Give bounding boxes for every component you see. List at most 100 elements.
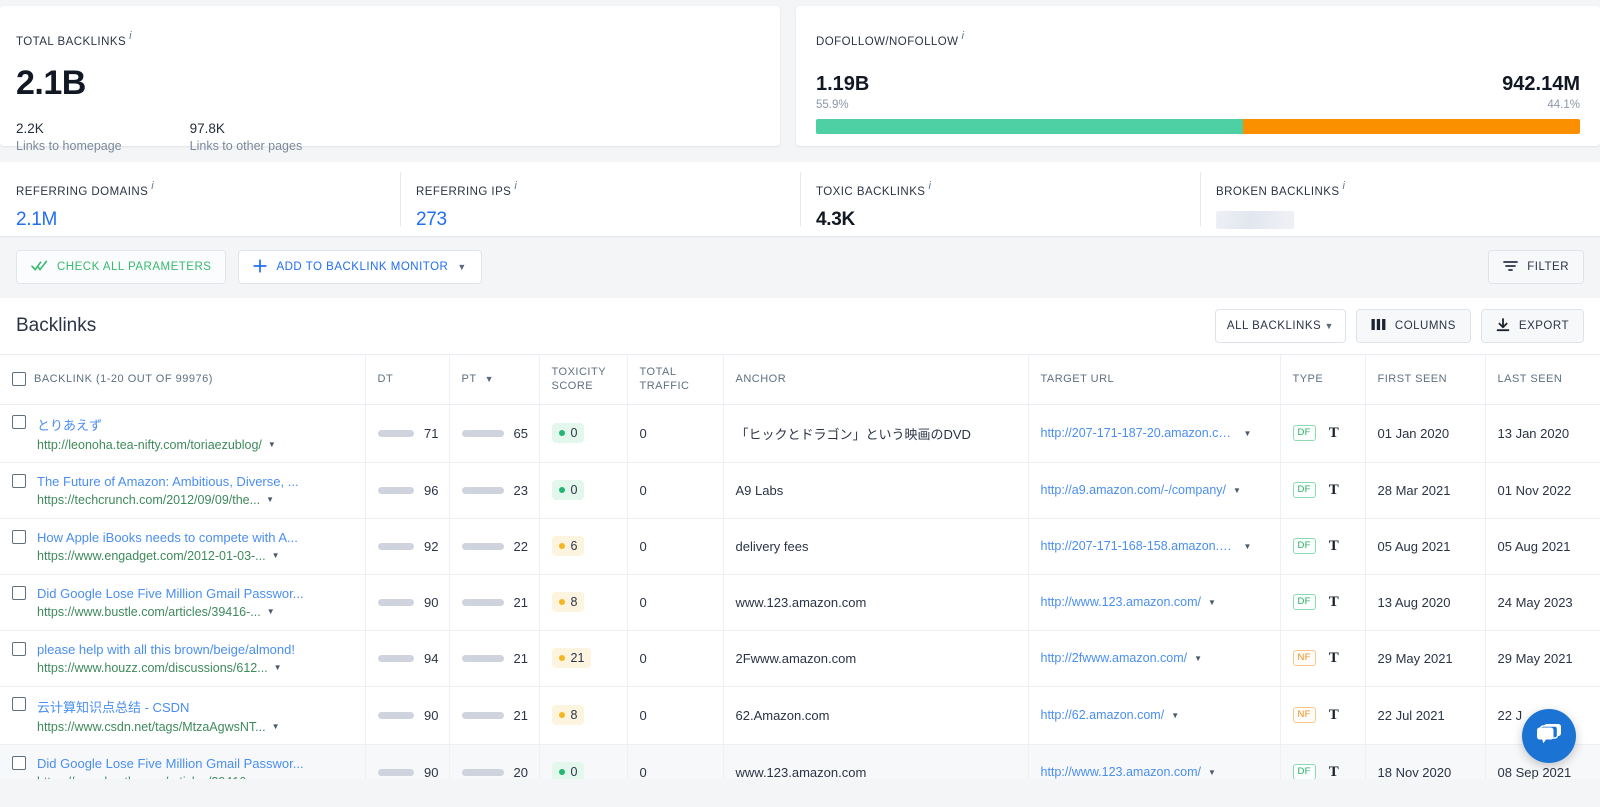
select-all-checkbox[interactable] bbox=[12, 372, 26, 387]
backlink-source-url-text[interactable]: https://www.bustle.com/articles/39416-..… bbox=[37, 775, 261, 779]
cell-first-seen: 18 Nov 2020 bbox=[1364, 744, 1485, 779]
caret-down-icon[interactable]: ▼ bbox=[272, 551, 280, 560]
target-url-link[interactable]: http://207-171-168-158.amazon.com/... bbox=[1041, 539, 1237, 553]
referring-ips-value[interactable]: 273 bbox=[416, 209, 800, 231]
filter-icon bbox=[1503, 260, 1519, 275]
table-row[interactable]: Did Google Lose Five Million Gmail Passw… bbox=[0, 744, 1600, 779]
row-checkbox[interactable] bbox=[12, 696, 26, 711]
backlink-source-url-text[interactable]: https://www.houzz.com/discussions/612... bbox=[37, 661, 268, 675]
caret-down-icon[interactable]: ▼ bbox=[1233, 486, 1241, 495]
check-all-parameters-button[interactable]: CHECK ALL PARAMETERS bbox=[16, 250, 227, 284]
caret-down-icon[interactable]: ▼ bbox=[1208, 768, 1216, 777]
backlink-title-link[interactable]: Did Google Lose Five Million Gmail Passw… bbox=[37, 756, 304, 771]
info-icon[interactable]: i bbox=[928, 180, 930, 192]
table-row[interactable]: Did Google Lose Five Million Gmail Passw… bbox=[0, 574, 1600, 631]
caret-down-icon[interactable]: ▼ bbox=[267, 777, 275, 779]
cell-total-traffic: 0 bbox=[626, 574, 723, 631]
toolbar-left-actions: CHECK ALL PARAMETERS ADD TO BACKLINK MON… bbox=[16, 250, 482, 284]
target-url-link[interactable]: http://2fwww.amazon.com/ bbox=[1041, 651, 1188, 665]
caret-down-icon[interactable]: ▼ bbox=[272, 722, 280, 731]
th-type[interactable]: TYPE bbox=[1279, 354, 1365, 405]
table-row[interactable]: How Apple iBooks needs to compete with A… bbox=[0, 518, 1600, 575]
backlink-source-url-text[interactable]: https://www.csdn.net/tags/MtzaAgwsNT... bbox=[37, 720, 266, 734]
row-checkbox[interactable] bbox=[12, 755, 26, 770]
all-backlinks-label: ALL BACKLINKS bbox=[1226, 320, 1322, 332]
table-row[interactable]: please help with all this brown/beige/al… bbox=[0, 630, 1600, 687]
referring-domains-value[interactable]: 2.1M bbox=[16, 209, 400, 231]
th-dt[interactable]: DT bbox=[364, 354, 449, 405]
backlink-title-link[interactable]: please help with all this brown/beige/al… bbox=[37, 642, 295, 657]
backlink-source-url-text[interactable]: https://techcrunch.com/2012/09/09/the... bbox=[37, 493, 260, 507]
table-row[interactable]: The Future of Amazon: Ambitious, Diverse… bbox=[0, 462, 1600, 519]
add-to-backlink-monitor-button[interactable]: ADD TO BACKLINK MONITOR ▼ bbox=[238, 250, 482, 284]
last-seen-date: 01 Nov 2022 bbox=[1497, 482, 1572, 498]
backlink-title-link[interactable]: 云计算知识点总结 - CSDN bbox=[37, 697, 279, 716]
table-row[interactable]: とりあえず http://leonoha.tea-nifty.com/toriae… bbox=[0, 404, 1600, 463]
info-icon[interactable]: i bbox=[129, 30, 131, 42]
chat-widget-button[interactable] bbox=[1522, 709, 1576, 763]
target-url-link[interactable]: http://207-171-187-20.amazon.com/g... bbox=[1041, 426, 1237, 440]
row-checkbox[interactable] bbox=[12, 641, 26, 656]
info-icon[interactable]: i bbox=[1343, 180, 1345, 192]
target-url-link[interactable]: http://www.123.amazon.com/ bbox=[1041, 765, 1202, 779]
caret-down-icon[interactable]: ▼ bbox=[274, 663, 282, 672]
columns-button[interactable]: COLUMNS bbox=[1355, 309, 1471, 343]
info-icon[interactable]: i bbox=[151, 180, 153, 192]
caret-down-icon[interactable]: ▼ bbox=[267, 607, 275, 616]
first-seen-date: 01 Jan 2020 bbox=[1377, 425, 1450, 441]
target-url-link[interactable]: http://www.123.amazon.com/ bbox=[1041, 595, 1202, 609]
toxicity-value: 21 bbox=[570, 651, 585, 666]
backlink-title-link[interactable]: Did Google Lose Five Million Gmail Passw… bbox=[37, 586, 304, 601]
th-target-url[interactable]: TARGET URL bbox=[1027, 354, 1280, 405]
filter-button[interactable]: FILTER bbox=[1488, 250, 1584, 284]
th-toxicity-score[interactable]: TOXICITY SCORE bbox=[538, 354, 627, 405]
dofollow-nofollow-label: DOFOLLOW/NOFOLLOW bbox=[816, 36, 959, 49]
caret-down-icon[interactable]: ▼ bbox=[1171, 711, 1179, 720]
backlinks-table-scroll[interactable]: BACKLINK (1-20 OUT OF 99976) DT PT ▼ TOX… bbox=[0, 354, 1600, 779]
text-link-icon: T bbox=[1328, 537, 1339, 554]
cell-dt: 90 bbox=[364, 686, 449, 745]
target-url-link[interactable]: http://62.amazon.com/ bbox=[1041, 708, 1165, 722]
th-pt[interactable]: PT ▼ bbox=[448, 354, 539, 405]
backlink-source-url-text[interactable]: http://leonoha.tea-nifty.com/toriaezublo… bbox=[37, 438, 262, 452]
backlink-source-url-text[interactable]: https://www.engadget.com/2012-01-03-... bbox=[37, 549, 266, 563]
caret-down-icon[interactable]: ▼ bbox=[1244, 429, 1252, 438]
total-traffic-value: 0 bbox=[639, 764, 647, 779]
th-last-seen[interactable]: LAST SEEN bbox=[1484, 354, 1600, 405]
toxicity-badge: 21 bbox=[551, 648, 592, 669]
cell-pt: 20 bbox=[448, 744, 539, 779]
th-total-traffic[interactable]: TOTAL TRAFFIC bbox=[626, 354, 723, 405]
cell-anchor: 2Fwww.amazon.com bbox=[722, 630, 1028, 687]
backlink-title-link[interactable]: The Future of Amazon: Ambitious, Diverse… bbox=[37, 474, 299, 489]
chevron-down-icon[interactable]: ▼ bbox=[457, 262, 466, 272]
last-seen-date: 22 J bbox=[1497, 707, 1523, 723]
table-row[interactable]: 云计算知识点总结 - CSDN https://www.csdn.net/tags… bbox=[0, 686, 1600, 745]
cell-backlink: How Apple iBooks needs to compete with A… bbox=[0, 518, 365, 575]
caret-down-icon[interactable]: ▼ bbox=[1208, 598, 1216, 607]
info-icon[interactable]: i bbox=[961, 30, 963, 42]
all-backlinks-select[interactable]: ALL BACKLINKS ▼ bbox=[1214, 309, 1346, 343]
export-button[interactable]: EXPORT bbox=[1480, 309, 1584, 343]
caret-down-icon[interactable]: ▼ bbox=[1194, 654, 1202, 663]
chat-bubbles-icon bbox=[1535, 721, 1563, 752]
backlink-title-link[interactable]: とりあえず bbox=[37, 415, 276, 434]
sort-chevron-down-icon[interactable]: ▼ bbox=[485, 374, 494, 384]
backlink-title-link[interactable]: How Apple iBooks needs to compete with A… bbox=[37, 530, 298, 545]
backlink-source-url-text[interactable]: https://www.bustle.com/articles/39416-..… bbox=[37, 605, 261, 619]
row-checkbox[interactable] bbox=[12, 473, 26, 488]
cell-total-traffic: 0 bbox=[626, 462, 723, 519]
caret-down-icon[interactable]: ▼ bbox=[268, 440, 276, 449]
row-checkbox[interactable] bbox=[12, 529, 26, 544]
info-icon[interactable]: i bbox=[514, 180, 516, 192]
row-checkbox[interactable] bbox=[12, 585, 26, 600]
cell-type: NF T bbox=[1279, 686, 1365, 745]
panel-actions: ALL BACKLINKS ▼ COLUMNS EXPORT bbox=[1214, 309, 1584, 343]
dt-bar-track bbox=[377, 654, 415, 662]
th-anchor[interactable]: ANCHOR bbox=[722, 354, 1028, 405]
pt-value: 21 bbox=[513, 650, 528, 666]
caret-down-icon[interactable]: ▼ bbox=[266, 495, 274, 504]
caret-down-icon[interactable]: ▼ bbox=[1244, 542, 1252, 551]
target-url-link[interactable]: http://a9.amazon.com/-/company/ bbox=[1041, 483, 1227, 497]
th-first-seen[interactable]: FIRST SEEN bbox=[1364, 354, 1485, 405]
row-checkbox[interactable] bbox=[12, 414, 26, 429]
